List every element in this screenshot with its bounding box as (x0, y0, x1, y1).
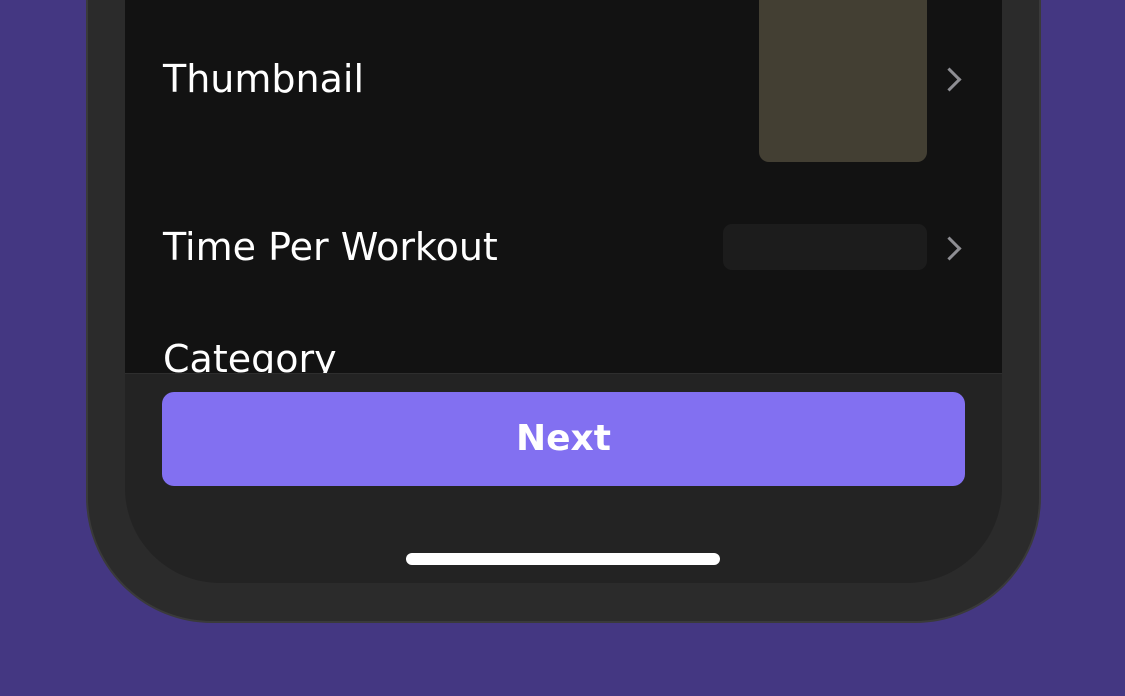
thumbnail-label: Thumbnail (163, 57, 365, 101)
chevron-right-icon (937, 236, 962, 261)
footer-divider (125, 373, 1002, 374)
next-button[interactable]: Next (162, 392, 965, 486)
thumbnail-preview[interactable] (759, 0, 927, 162)
time-per-workout-value[interactable] (723, 224, 927, 270)
chevron-right-icon (937, 67, 962, 92)
form-content: Thumbnail Time Per Workout Category (125, 0, 1002, 373)
category-label: Category (163, 337, 337, 373)
home-indicator (406, 553, 720, 565)
time-per-workout-label: Time Per Workout (163, 225, 498, 269)
phone-screen: Thumbnail Time Per Workout Category Next (125, 0, 1002, 583)
